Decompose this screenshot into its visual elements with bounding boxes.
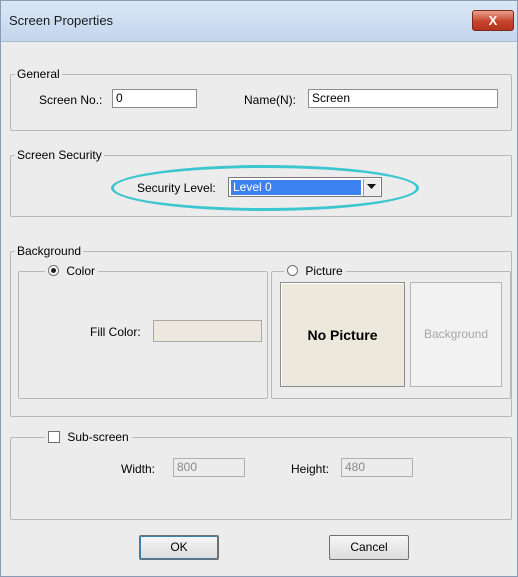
subscreen-label: Sub-screen bbox=[67, 430, 129, 444]
title-bar[interactable]: Screen Properties X bbox=[1, 1, 517, 42]
width-input[interactable]: 800 bbox=[173, 458, 245, 477]
close-icon: X bbox=[488, 13, 498, 28]
height-input[interactable]: 480 bbox=[341, 458, 413, 477]
name-input[interactable]: Screen bbox=[308, 89, 498, 108]
cancel-button[interactable]: Cancel bbox=[329, 535, 409, 560]
picture-option-label: Picture bbox=[305, 264, 343, 278]
no-picture-text: No Picture bbox=[307, 327, 378, 343]
picture-preview: No Picture bbox=[280, 282, 405, 387]
screen-no-label: Screen No.: bbox=[39, 93, 103, 107]
highlight-annotation bbox=[111, 165, 419, 211]
ok-button[interactable]: OK bbox=[139, 535, 219, 560]
name-label: Name(N): bbox=[244, 93, 297, 107]
fill-color-swatch[interactable] bbox=[153, 320, 262, 342]
security-legend: Screen Security bbox=[15, 148, 104, 162]
screen-properties-dialog: Screen Properties X General Screen No.: … bbox=[0, 0, 518, 577]
background-legend: Background bbox=[15, 244, 84, 258]
height-label: Height: bbox=[291, 462, 330, 476]
color-option-label: Color bbox=[66, 264, 96, 278]
picture-radio[interactable] bbox=[287, 265, 298, 276]
fill-color-label: Fill Color: bbox=[90, 325, 141, 339]
subscreen-option-wrap: Sub-screen bbox=[45, 430, 132, 444]
radio-selected-dot bbox=[51, 268, 56, 273]
background-button[interactable]: Background bbox=[410, 282, 502, 387]
color-option-wrap: Color bbox=[45, 264, 99, 278]
color-radio[interactable] bbox=[48, 265, 59, 276]
general-legend: General bbox=[15, 67, 62, 81]
subscreen-checkbox[interactable] bbox=[48, 431, 60, 443]
width-label: Width: bbox=[121, 462, 156, 476]
subscreen-group bbox=[10, 437, 512, 520]
close-button[interactable]: X bbox=[472, 10, 514, 31]
window-title: Screen Properties bbox=[9, 13, 114, 28]
screen-no-input[interactable]: 0 bbox=[112, 89, 197, 108]
picture-option-wrap: Picture bbox=[284, 264, 346, 278]
